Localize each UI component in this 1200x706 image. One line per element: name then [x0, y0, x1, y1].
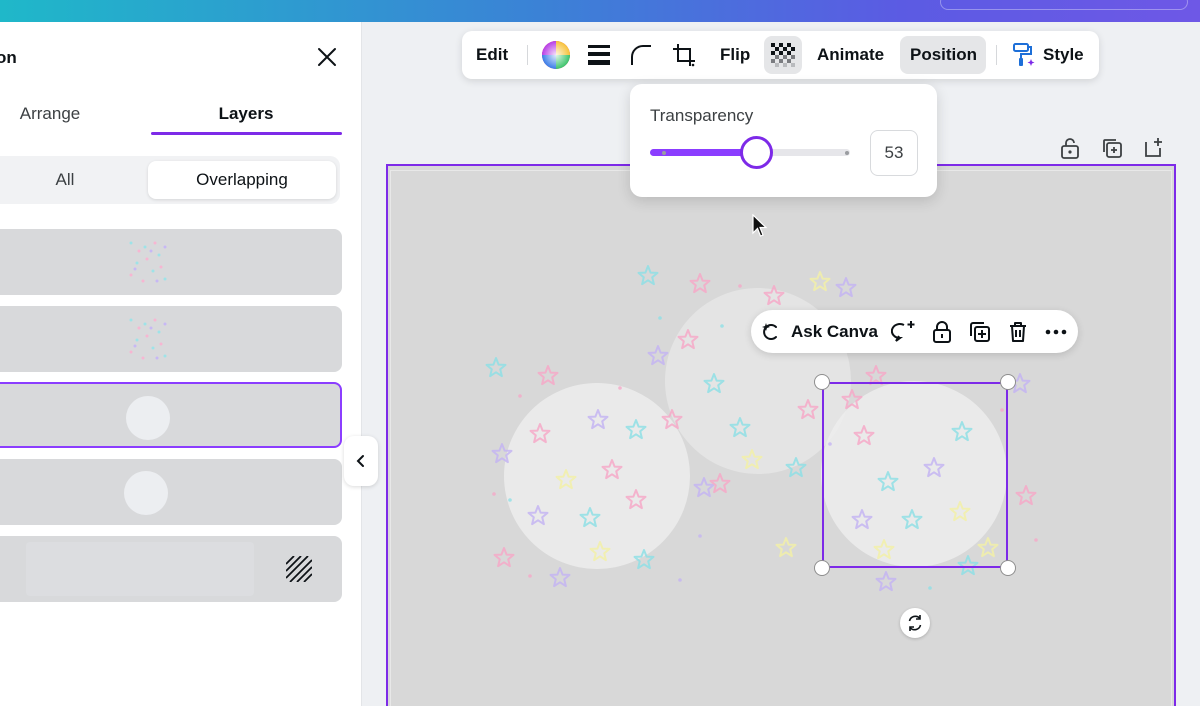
close-panel-button[interactable]: [312, 42, 342, 72]
unlock-icon[interactable]: [1058, 136, 1082, 160]
slider-thumb[interactable]: [740, 136, 773, 169]
flip-button[interactable]: Flip: [720, 31, 750, 79]
rotate-icon: [908, 615, 922, 631]
element-context-menu: Ask Canva: [751, 310, 1078, 353]
transparency-slider[interactable]: [650, 136, 850, 169]
design-canvas[interactable]: [386, 164, 1176, 706]
filter-all-button[interactable]: All: [0, 156, 130, 204]
position-panel: on Arrange Layers All Overlapping: [0, 22, 362, 706]
element-toolbar: Edit Flip Animate Position Style: [462, 31, 1099, 79]
comment-icon[interactable]: [891, 319, 917, 345]
selection-box[interactable]: [822, 382, 1008, 568]
mouse-cursor-icon: [752, 214, 768, 237]
resize-handle-bottom-right[interactable]: [1000, 560, 1016, 576]
tab-arrange[interactable]: Arrange: [0, 104, 100, 124]
edit-button[interactable]: Edit: [476, 31, 508, 79]
color-wheel-icon[interactable]: [541, 40, 571, 70]
toolbar-divider: [527, 45, 528, 65]
layer-item-circle[interactable]: [0, 459, 342, 525]
line-weight-icon[interactable]: [586, 43, 612, 67]
style-button[interactable]: Style: [1043, 31, 1084, 79]
transparency-icon[interactable]: [771, 43, 795, 67]
filter-overlapping-button[interactable]: Overlapping: [148, 161, 336, 199]
collapse-panel-button[interactable]: [344, 436, 378, 486]
slider-min-marker: [662, 151, 666, 155]
chevron-left-icon: [356, 455, 364, 467]
add-page-icon[interactable]: [1142, 136, 1166, 160]
page[interactable]: [390, 170, 1172, 706]
toolbar-divider: [996, 45, 997, 65]
duplicate-icon[interactable]: [967, 319, 993, 345]
corner-rounding-icon[interactable]: [629, 43, 653, 67]
rotate-button[interactable]: [900, 608, 930, 638]
close-icon: [318, 48, 336, 66]
crop-icon[interactable]: [671, 42, 697, 68]
animate-button[interactable]: Animate: [817, 31, 884, 79]
layer-filter-toggle: All Overlapping: [0, 156, 340, 204]
transparency-value-input[interactable]: 53: [870, 130, 918, 176]
active-tab-indicator: [151, 132, 342, 135]
resize-handle-bottom-left[interactable]: [814, 560, 830, 576]
stars-thumbnail: [129, 241, 167, 283]
position-button[interactable]: Position: [910, 31, 977, 79]
search-box[interactable]: [940, 0, 1188, 10]
magic-sparkle-icon[interactable]: [759, 319, 785, 345]
layer-item-background[interactable]: [0, 536, 342, 602]
transparent-background-icon: [286, 556, 312, 582]
trash-icon[interactable]: [1005, 319, 1031, 345]
resize-handle-top-right[interactable]: [1000, 374, 1016, 390]
panel-title: on: [0, 48, 17, 67]
slider-max-marker: [845, 151, 849, 155]
transparency-popup: Transparency 53: [630, 84, 937, 197]
top-bar: [0, 0, 1200, 22]
circle-thumbnail: [124, 471, 168, 515]
ask-canva-button[interactable]: Ask Canva: [791, 310, 878, 353]
layer-item-stars-2[interactable]: [0, 306, 342, 372]
background-thumbnail: [26, 542, 254, 596]
tab-layers[interactable]: Layers: [152, 104, 340, 124]
paint-roller-icon[interactable]: [1010, 42, 1036, 68]
more-icon[interactable]: [1043, 319, 1069, 345]
lock-icon[interactable]: [929, 319, 955, 345]
stars-thumbnail: [129, 318, 167, 360]
duplicate-page-icon[interactable]: [1100, 136, 1124, 160]
layer-item-circle-selected[interactable]: [0, 382, 342, 448]
transparency-label: Transparency: [650, 106, 754, 125]
layer-item-stars-1[interactable]: [0, 229, 342, 295]
resize-handle-top-left[interactable]: [814, 374, 830, 390]
circle-thumbnail: [126, 396, 170, 440]
